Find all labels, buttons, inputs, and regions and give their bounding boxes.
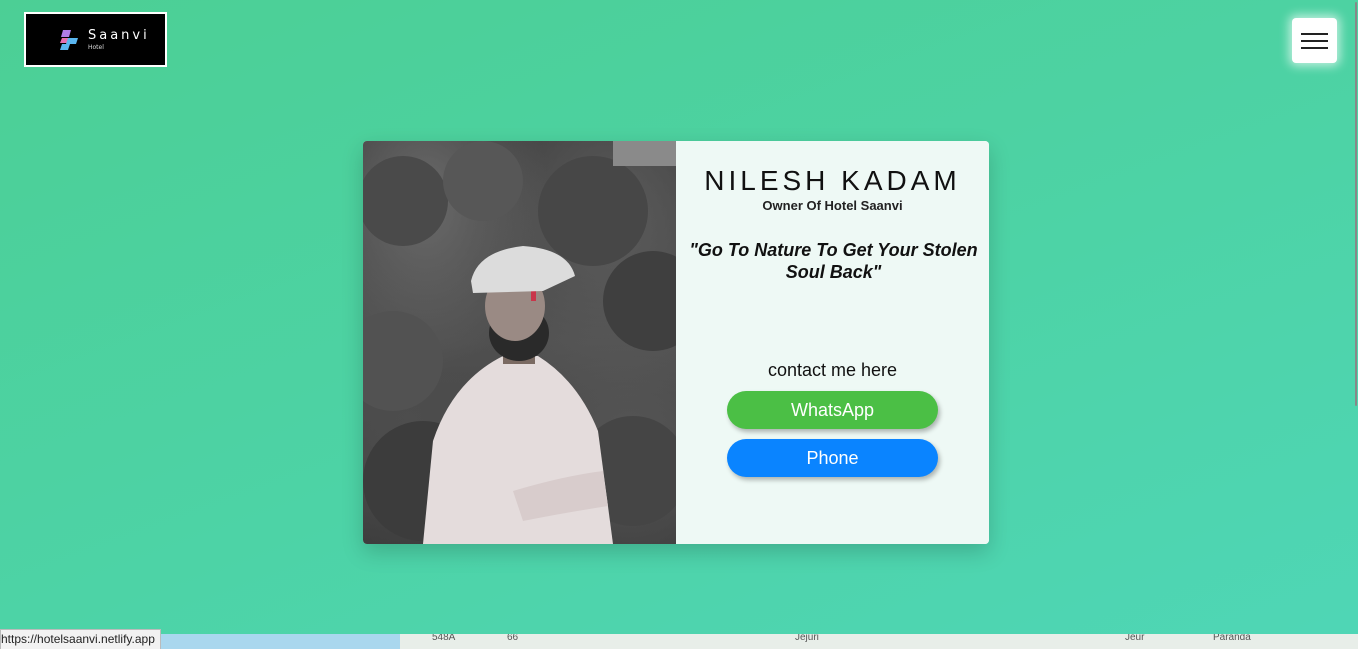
map-label: 66: [507, 634, 519, 643]
logo-sub: Hotel: [88, 44, 104, 51]
profile-role: Owner Of Hotel Saanvi: [762, 198, 903, 213]
scrollbar[interactable]: [1354, 0, 1358, 649]
profile-quote: "Go To Nature To Get Your Stolen Soul Ba…: [689, 240, 978, 282]
map-label: Jejuri: [795, 634, 819, 643]
profile-name: NILESH KADAM: [704, 165, 961, 196]
map-embed[interactable]: 548A 66 Jejuri Jeur Paranda: [0, 634, 1358, 649]
whatsapp-button[interactable]: WhatsApp: [727, 391, 938, 429]
scrollbar-thumb[interactable]: [1355, 2, 1357, 406]
person-illustration: [363, 141, 703, 544]
logo-name: Saanvi: [88, 28, 150, 43]
map-label: 548A: [432, 634, 456, 643]
brand-logo[interactable]: Saanvi Hotel: [24, 12, 167, 67]
logo-mark-icon: [60, 30, 78, 50]
map-label: Paranda: [1213, 634, 1251, 643]
profile-info: NILESH KADAM Owner Of Hotel Saanvi "Go T…: [676, 141, 989, 544]
map-label: Jeur: [1125, 634, 1145, 643]
menu-button[interactable]: [1292, 18, 1337, 63]
status-url: https://hotelsaanvi.netlify.app: [0, 629, 161, 649]
profile-photo: [363, 141, 703, 544]
phone-button[interactable]: Phone: [727, 439, 938, 477]
profile-card: NILESH KADAM Owner Of Hotel Saanvi "Go T…: [363, 141, 989, 544]
contact-label: contact me here: [767, 360, 898, 380]
